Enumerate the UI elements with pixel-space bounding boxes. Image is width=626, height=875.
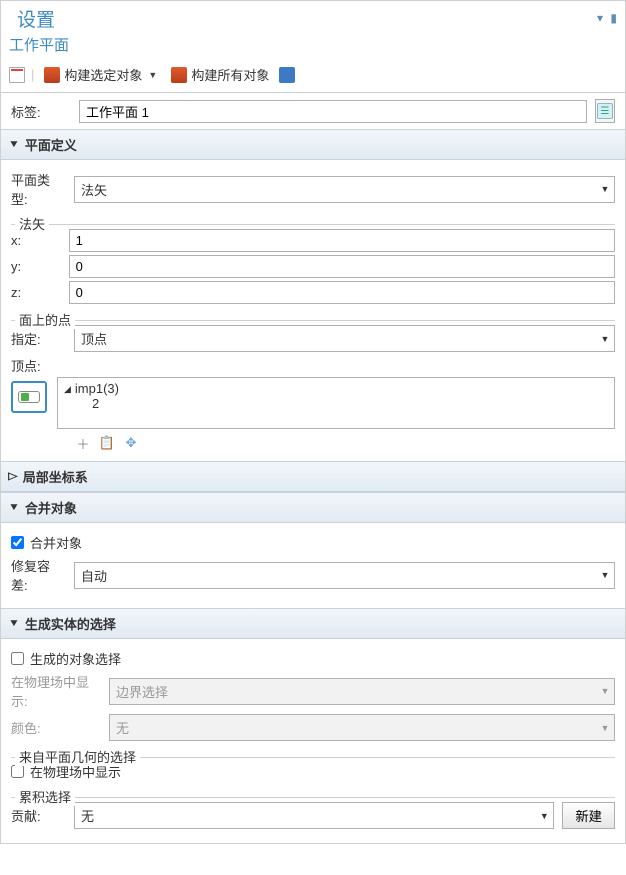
section-local-cs[interactable]: ▷ 局部坐标系 [1,461,625,492]
y-input[interactable] [69,255,615,278]
chevron-down-icon: ▼ [596,326,614,351]
chevron-down-icon: ▼ [535,803,553,828]
triangle-down-icon: ▼ [8,139,20,150]
contrib-select[interactable]: 无 ▼ [74,802,554,829]
pin-icon[interactable]: ▮ [610,11,617,25]
target-icon[interactable]: ✥ [123,435,139,451]
tree-child-item[interactable]: 2 [92,396,608,411]
z-input[interactable] [69,281,615,304]
triangle-down-icon: ▼ [8,502,20,513]
color-select: 无 ▼ [109,714,615,741]
build-all-button[interactable]: 构建所有对象 [167,63,273,86]
build-selected-icon [44,67,60,83]
repair-select[interactable]: 自动 ▼ [74,562,615,589]
phys-show-checkbox[interactable] [11,765,24,778]
new-button[interactable]: 新建 [562,802,615,829]
build-selected-button[interactable]: 构建选定对象 ▼ [40,63,161,86]
y-label: y: [11,259,61,274]
show-label: 在物理场中显示: [11,672,101,710]
z-label: z: [11,285,61,300]
misc-icon[interactable] [279,67,295,83]
help-button[interactable]: ☰ [595,99,615,123]
obj-sel-label: 生成的对象选择 [30,649,121,668]
label-input[interactable] [79,100,587,123]
triangle-down-icon: ▼ [8,618,20,629]
triangle-right-icon: ▷ [8,471,17,482]
tree-root-item[interactable]: imp1(3) [75,381,119,396]
selection-toggle[interactable] [11,381,47,413]
chevron-down-icon: ▼ [596,679,614,704]
section-plane-definition[interactable]: ▼ 平面定义 [1,129,625,160]
specify-label: 指定: [11,329,66,348]
cum-sel-group: 累积选择 [15,787,75,806]
plane-type-select[interactable]: 法矢 ▼ [74,176,615,203]
panel-subtitle: 工作平面 [1,34,625,59]
show-select: 边界选择 ▼ [109,678,615,705]
repair-label: 修复容差: [11,556,66,594]
section-gen-sel[interactable]: ▼ 生成实体的选择 [1,608,625,639]
plane-sel-group: 来自平面几何的选择 [15,747,140,766]
contrib-label: 贡献: [11,806,66,825]
point-group-label: 面上的点 [15,310,75,329]
paste-icon[interactable]: 📋 [99,435,115,451]
chevron-down-icon: ▼ [596,177,614,202]
build-all-icon [171,67,187,83]
specify-select[interactable]: 顶点 ▼ [74,325,615,352]
merge-checkbox-label: 合并对象 [30,533,82,552]
normal-group-label: 法矢 [15,214,49,233]
chevron-down-icon: ▼ [148,70,157,80]
x-label: x: [11,233,61,248]
panel-title: 设置 [9,3,63,32]
minimize-icon[interactable]: ▾ [597,11,603,25]
add-icon[interactable]: ＋ [75,435,91,451]
chevron-down-icon: ▼ [596,715,614,740]
chevron-down-icon: ▼ [596,563,614,588]
merge-checkbox[interactable] [11,536,24,549]
plane-type-label: 平面类型: [11,170,66,208]
triangle-down-icon: ◢ [64,384,71,395]
obj-sel-checkbox[interactable] [11,652,24,665]
label-label: 标签: [11,102,71,121]
vertex-label: 顶点: [11,356,615,375]
color-label: 颜色: [11,718,101,737]
doc-icon[interactable] [9,67,25,83]
help-icon: ☰ [597,103,613,119]
section-merge[interactable]: ▼ 合并对象 [1,492,625,523]
vertex-tree[interactable]: ◢ imp1(3) 2 [57,377,615,429]
